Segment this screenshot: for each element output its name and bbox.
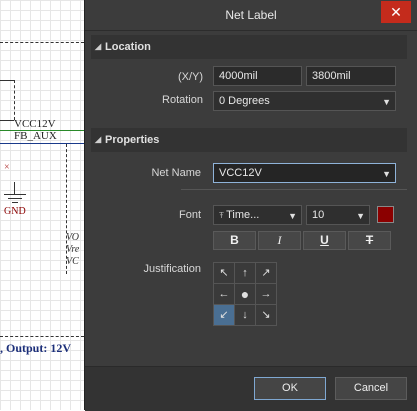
dashed-boundary — [0, 336, 84, 337]
justify-bottom-right-button[interactable]: ↘ — [256, 305, 276, 325]
x-location-input[interactable]: 4000mil — [213, 66, 302, 86]
chevron-down-icon: ▼ — [382, 97, 391, 107]
ground-symbol — [4, 194, 26, 195]
gnd-label: GND — [4, 206, 26, 217]
justify-center-left-button[interactable]: ← — [214, 284, 234, 304]
properties-header-label: Properties — [105, 134, 160, 146]
rotation-label: Rotation — [162, 94, 203, 106]
justification-grid: ↖ ↑ ↗ ← ● → ↙ ↓ ↘ — [213, 262, 277, 326]
justify-top-right-button[interactable]: ↗ — [256, 263, 276, 283]
ok-button[interactable]: OK — [254, 377, 326, 400]
font-family-value: Time... — [226, 209, 260, 221]
wire-segment — [0, 120, 14, 121]
chevron-down-icon: ▼ — [288, 211, 297, 221]
dashed-boundary — [0, 42, 84, 43]
italic-button[interactable]: I — [258, 231, 301, 250]
net-name-value: VCC12V — [219, 167, 262, 179]
justify-bottom-left-button[interactable]: ↙ — [214, 305, 234, 325]
justify-top-left-button[interactable]: ↖ — [214, 263, 234, 283]
ground-symbol — [12, 202, 18, 203]
close-icon: ✕ — [390, 4, 402, 20]
properties-section-header[interactable]: ◢ Properties — [91, 128, 407, 152]
justify-top-center-button[interactable]: ↑ — [235, 263, 255, 283]
net-name-combobox[interactable]: VCC12V ▼ — [213, 163, 396, 183]
collapse-triangle-icon[interactable]: ◢ — [95, 35, 101, 59]
bold-icon: B — [230, 233, 239, 247]
font-size-value: 10 — [312, 209, 325, 221]
location-header-label: Location — [105, 41, 151, 53]
side-text: VO Vre VC — [66, 232, 80, 267]
net-label-dialog: Net Label ✕ ◢ Location (X/Y) 4000mil 380… — [84, 0, 417, 411]
wire-segment — [14, 80, 15, 120]
schematic-output-text: , Output: 12V — [0, 341, 72, 355]
dialog-footer: OK Cancel — [85, 366, 417, 411]
justify-center-right-button[interactable]: → — [256, 284, 276, 304]
font-size-select[interactable]: 10 ▼ — [306, 205, 370, 225]
justification-label: Justification — [143, 263, 201, 275]
junction-mark: × — [4, 162, 10, 173]
schematic-canvas: VCC12V FB_AUX × GND VO Vre VC , Output: … — [0, 0, 84, 410]
rotation-select[interactable]: 0 Degrees ▼ — [213, 91, 396, 111]
ground-symbol — [8, 198, 22, 199]
collapse-triangle-icon[interactable]: ◢ — [95, 128, 101, 152]
strikethrough-button[interactable]: T — [348, 231, 391, 250]
wire-segment — [0, 143, 84, 144]
italic-icon: I — [277, 233, 282, 247]
font-label: Font — [178, 209, 201, 221]
net-label-fb-aux[interactable]: FB_AUX — [14, 130, 57, 142]
chevron-down-icon[interactable]: ▼ — [382, 165, 391, 183]
net-label-vcc12v[interactable]: VCC12V — [14, 118, 56, 130]
strikethrough-icon: T — [365, 233, 374, 247]
underline-button[interactable]: U — [303, 231, 346, 250]
justify-center-button[interactable]: ● — [235, 284, 255, 304]
ground-wire — [14, 182, 15, 194]
font-family-select[interactable]: Ŧ Time... ▼ — [213, 205, 302, 225]
cancel-button[interactable]: Cancel — [335, 377, 407, 400]
chevron-down-icon: ▼ — [356, 211, 365, 221]
dialog-title: Net Label — [225, 8, 277, 22]
close-button[interactable]: ✕ — [381, 1, 411, 23]
location-section-header[interactable]: ◢ Location — [91, 35, 407, 59]
section-divider — [181, 189, 407, 190]
net-name-label: Net Name — [151, 167, 201, 179]
bold-button[interactable]: B — [213, 231, 256, 250]
rotation-value: 0 Degrees — [219, 95, 270, 107]
wire-segment — [0, 80, 14, 81]
y-location-input[interactable]: 3800mil — [306, 66, 396, 86]
justify-bottom-center-button[interactable]: ↓ — [235, 305, 255, 325]
underline-icon: U — [320, 233, 329, 247]
font-color-swatch[interactable] — [377, 206, 394, 223]
dialog-titlebar[interactable]: Net Label ✕ — [85, 0, 417, 31]
xy-label: (X/Y) — [177, 71, 203, 83]
